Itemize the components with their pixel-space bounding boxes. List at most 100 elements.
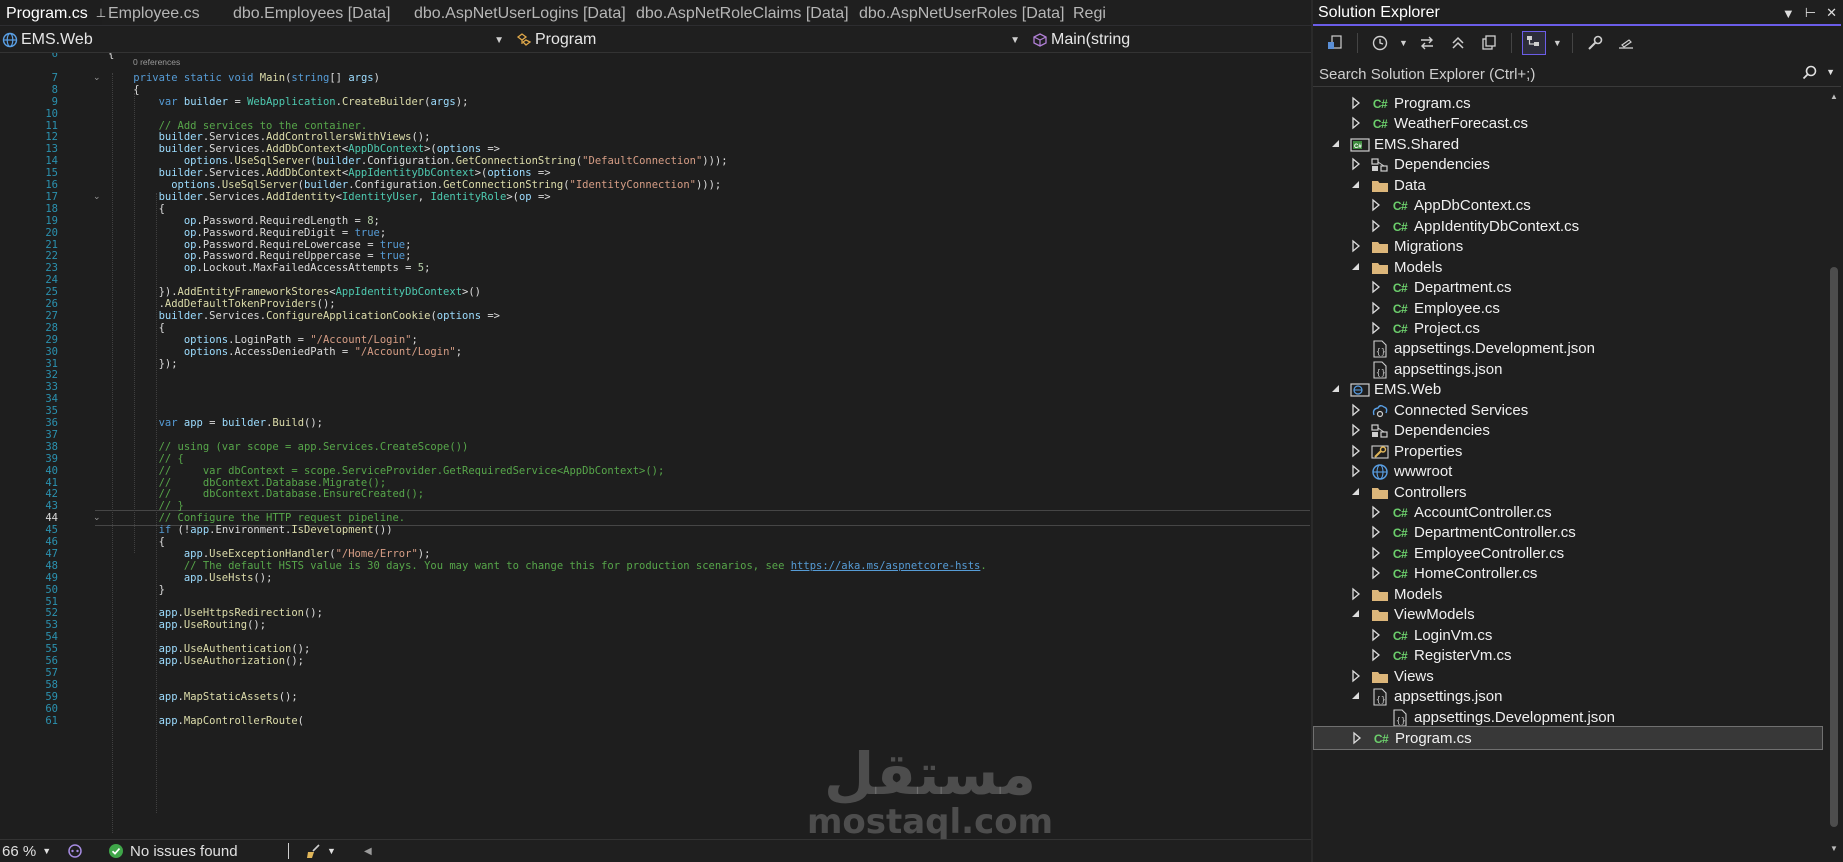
collapsed-arrow-icon[interactable] [1369,219,1383,233]
chevron-down-icon[interactable]: ▼ [1399,38,1408,48]
csharp-file-icon: C# [1392,546,1408,561]
code-line: options.AccessDeniedPath = "/Account/Log… [183,345,463,358]
preview-selected-items-icon[interactable] [1614,31,1638,55]
editor-tab[interactable]: dbo.AspNetUserRoles [Data] [853,0,1067,25]
collapsed-arrow-icon[interactable] [1369,546,1383,560]
properties-wrench-icon[interactable] [1583,31,1607,55]
collapsed-arrow-icon[interactable] [1349,403,1363,417]
code-line: }); [108,357,178,370]
editor-tab[interactable]: Regi [1067,0,1127,25]
copilot-icon[interactable] [66,840,86,862]
editor-tab[interactable]: Employee.cs [102,0,227,25]
scroll-left-icon[interactable]: ◀ [364,840,378,862]
collapsed-arrow-icon[interactable] [1349,239,1363,253]
pin-icon[interactable]: ⊢ [1805,5,1816,21]
issues-indicator[interactable]: No issues found [108,840,278,862]
editor-tab[interactable]: dbo.AspNetRoleClaims [Data] [630,0,853,25]
collapsed-arrow-icon[interactable] [1349,423,1363,437]
dropdown-arrow-icon[interactable]: ▼ [1782,6,1795,21]
editor-tab-label: Regi [1073,4,1106,22]
search-icon[interactable] [1801,64,1819,87]
chevron-down-icon: ▼ [327,846,336,856]
expanded-arrow-icon[interactable] [1329,382,1343,396]
expanded-arrow-icon[interactable] [1349,178,1363,192]
collapsed-arrow-icon[interactable] [1369,525,1383,539]
editor-tab[interactable]: Program.cs ⊥ [0,0,106,25]
pending-changes-filter-icon[interactable] [1368,31,1392,55]
collapsed-arrow-icon[interactable] [1349,464,1363,478]
line-number: 8 [51,83,58,96]
close-icon[interactable]: ✕ [1826,5,1837,21]
zoom-level-dropdown[interactable]: 66 % ▼ [2,840,62,862]
chevron-down-icon[interactable]: ▼ [1553,38,1562,48]
collapsed-arrow-icon[interactable] [1349,116,1363,130]
tree-item-label: WeatherForecast.cs [1394,115,1528,133]
line-number: 16 [45,179,58,191]
line-number: 49 [45,571,58,584]
solution-explorer-toolbar: ▼ ▼ [1313,28,1843,58]
line-number: 57 [45,666,58,679]
member-dropdown[interactable]: Main(string [1030,27,1311,53]
show-all-files-icon[interactable] [1477,31,1501,55]
code-cleanup-button[interactable]: ▼ [305,840,339,862]
editor-tab[interactable]: dbo.Employees [Data] [227,0,408,25]
search-options-chevron-icon[interactable]: ▼ [1826,67,1835,77]
tree-item-label: AccountController.cs [1414,504,1552,521]
collapsed-arrow-icon[interactable] [1369,301,1383,315]
solution-explorer-scrollbar[interactable]: ▲ ▼ [1827,92,1841,856]
switch-views-icon[interactable] [1323,31,1347,55]
expanded-arrow-icon[interactable] [1349,607,1363,621]
code-editor[interactable]: 6 7 ⌄ 8 9 10 11 12 13 14 15 16 17 ⌄ 18 19 20 21 22 23 24 25 26… [0,53,1311,839]
expanded-arrow-icon[interactable] [1349,485,1363,499]
status-divider [288,840,290,862]
line-number: 11 [45,119,58,132]
references-codelens[interactable]: 0 references [133,57,180,67]
collapsed-arrow-icon[interactable] [1349,96,1363,110]
class-icon [516,33,532,46]
collapse-all-icon[interactable] [1446,31,1470,55]
issues-text: No issues found [130,842,238,860]
collapsed-arrow-icon[interactable] [1369,648,1383,662]
scroll-up-icon[interactable]: ▲ [1827,92,1841,104]
line-number: 9 [51,95,58,108]
expanded-arrow-icon[interactable] [1329,137,1343,151]
scrollbar-thumb[interactable] [1830,267,1838,827]
fold-chevron-icon[interactable]: ⌄ [93,513,101,523]
tree-item[interactable]: C# Program.cs [1313,725,1823,750]
line-number: 53 [45,619,58,632]
svg-text:{}: {} [1376,695,1386,704]
tree-view-toggle-icon[interactable] [1521,31,1546,55]
folder-icon [1369,605,1391,625]
type-dropdown[interactable]: Program ▼ [514,27,1024,53]
fold-chevron-icon[interactable]: ⌄ [93,192,101,202]
collapsed-arrow-icon[interactable] [1349,587,1363,601]
fold-chevron-icon[interactable]: ⌄ [93,73,101,83]
line-number: 59 [45,690,58,703]
collapsed-arrow-icon[interactable] [1349,157,1363,171]
collapsed-arrow-icon[interactable] [1369,321,1383,335]
project-dropdown[interactable]: EMS.Web ▼ [0,27,508,53]
collapsed-arrow-icon[interactable] [1349,444,1363,458]
code-line: app.UseHsts(); [183,571,273,584]
expanded-arrow-icon[interactable] [1349,260,1363,274]
code-area[interactable]: { private static void Main(string[] args… [108,53,1308,839]
collapsed-arrow-icon[interactable] [1369,566,1383,580]
line-number: 55 [45,643,58,656]
collapsed-arrow-icon[interactable] [1369,505,1383,519]
collapsed-arrow-icon[interactable] [1350,731,1364,745]
svg-text:C#: C# [1354,144,1362,150]
solution-search-input[interactable] [1319,63,1799,85]
tree-item-label: Migrations [1394,238,1464,256]
line-number: 15 [45,167,58,180]
code-line: { [108,53,115,60]
collapsed-arrow-icon[interactable] [1369,628,1383,642]
editor-tab[interactable]: dbo.AspNetUserLogins [Data] [408,0,630,25]
collapsed-arrow-icon[interactable] [1349,669,1363,683]
collapsed-arrow-icon[interactable] [1369,198,1383,212]
sync-with-active-document-icon[interactable] [1415,31,1439,55]
collapsed-arrow-icon[interactable] [1369,280,1383,294]
scroll-down-icon[interactable]: ▼ [1827,844,1841,856]
json-file-icon: {} [1369,360,1391,380]
expanded-arrow-icon[interactable] [1349,689,1363,703]
tree-item-label: Employee.cs [1414,299,1500,317]
